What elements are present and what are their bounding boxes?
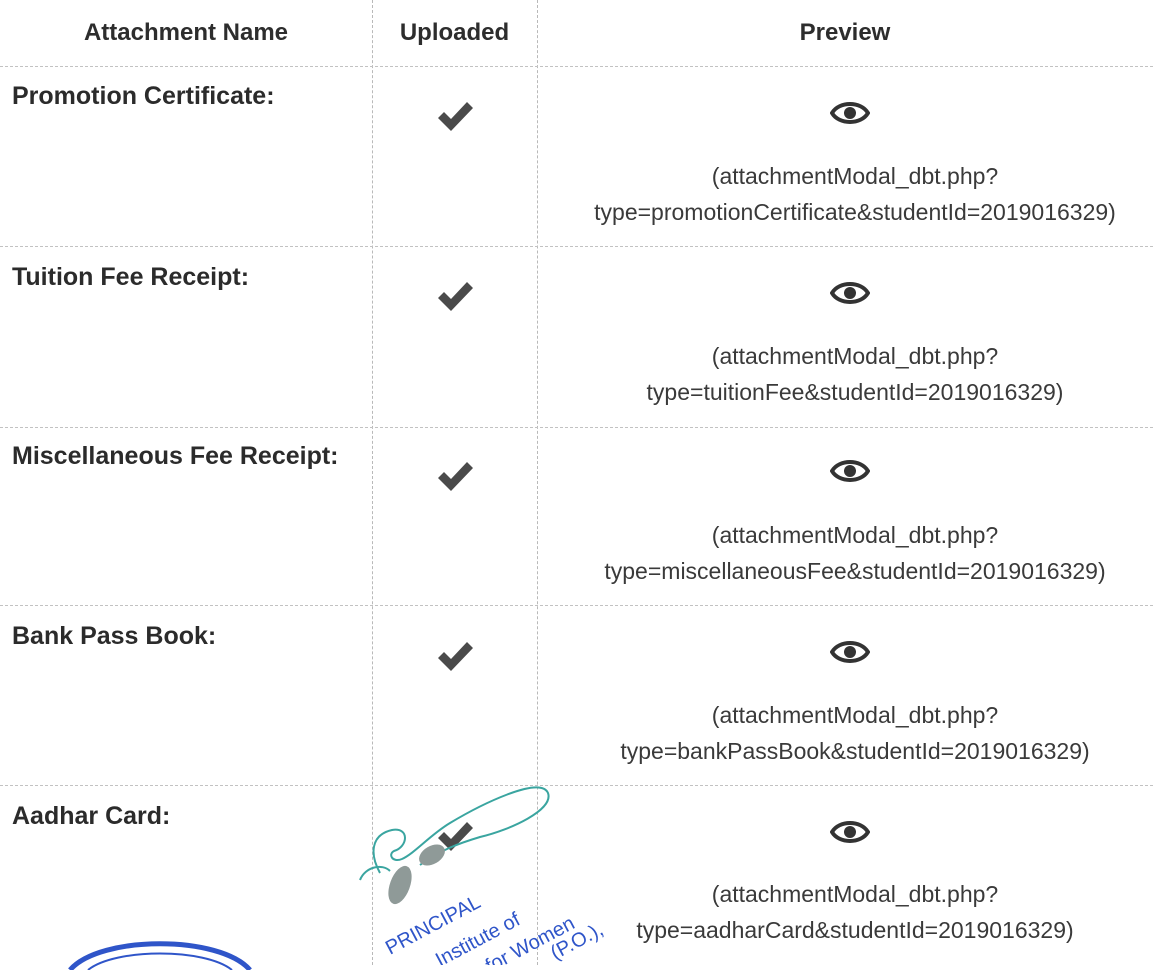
eye-icon[interactable] — [830, 278, 870, 308]
row-divider — [0, 246, 1153, 247]
row-label-tuition-fee-receipt: Tuition Fee Receipt: — [12, 263, 250, 291]
round-seal — [68, 941, 252, 970]
row-label-miscellaneous-fee-receipt: Miscellaneous Fee Receipt: — [12, 442, 339, 470]
link-path: (attachmentModal_dbt.php? — [711, 702, 999, 728]
preview-link-miscellaneous-fee[interactable]: (attachmentModal_dbt.php? type=miscellan… — [505, 517, 1153, 589]
eye-icon[interactable] — [830, 817, 870, 847]
row-label-bank-pass-book: Bank Pass Book: — [12, 622, 217, 650]
eye-icon[interactable] — [830, 637, 870, 667]
link-query: type=bankPassBook&studentId=2019016329) — [620, 738, 1090, 764]
row-label-aadhar-card: Aadhar Card: — [12, 802, 171, 830]
link-query: type=tuitionFee&studentId=2019016329) — [646, 379, 1064, 405]
preview-link-tuition-fee[interactable]: (attachmentModal_dbt.php? type=tuitionFe… — [505, 338, 1153, 410]
principal-stamp: PRINCIPAL Institute of for Women (P.O.), — [382, 891, 607, 965]
header-attachment-name: Attachment Name — [83, 19, 289, 46]
check-icon — [438, 642, 473, 671]
link-query: type=miscellaneousFee&studentId=20190163… — [604, 558, 1106, 584]
row-divider — [0, 427, 1153, 428]
eye-icon[interactable] — [830, 456, 870, 486]
link-path: (attachmentModal_dbt.php? — [711, 343, 999, 369]
row-divider — [0, 785, 1153, 786]
attachments-table: Attachment Name Uploaded Preview Promoti… — [0, 0, 1153, 965]
preview-link-promotion-certificate[interactable]: (attachmentModal_dbt.php? type=promotion… — [505, 158, 1153, 230]
header-uploaded: Uploaded — [399, 19, 510, 46]
check-icon — [438, 462, 473, 491]
link-path: (attachmentModal_dbt.php? — [711, 163, 999, 189]
check-icon — [438, 102, 473, 131]
preview-link-bank-pass-book[interactable]: (attachmentModal_dbt.php? type=bankPassB… — [505, 697, 1153, 769]
row-divider — [0, 605, 1153, 606]
row-label-promotion-certificate: Promotion Certificate: — [12, 82, 275, 110]
header-preview: Preview — [799, 19, 891, 46]
row-divider — [0, 66, 1153, 67]
link-path: (attachmentModal_dbt.php? — [711, 522, 999, 548]
link-query: type=promotionCertificate&studentId=2019… — [594, 199, 1116, 225]
check-icon — [438, 282, 473, 311]
eye-icon[interactable] — [830, 98, 870, 128]
